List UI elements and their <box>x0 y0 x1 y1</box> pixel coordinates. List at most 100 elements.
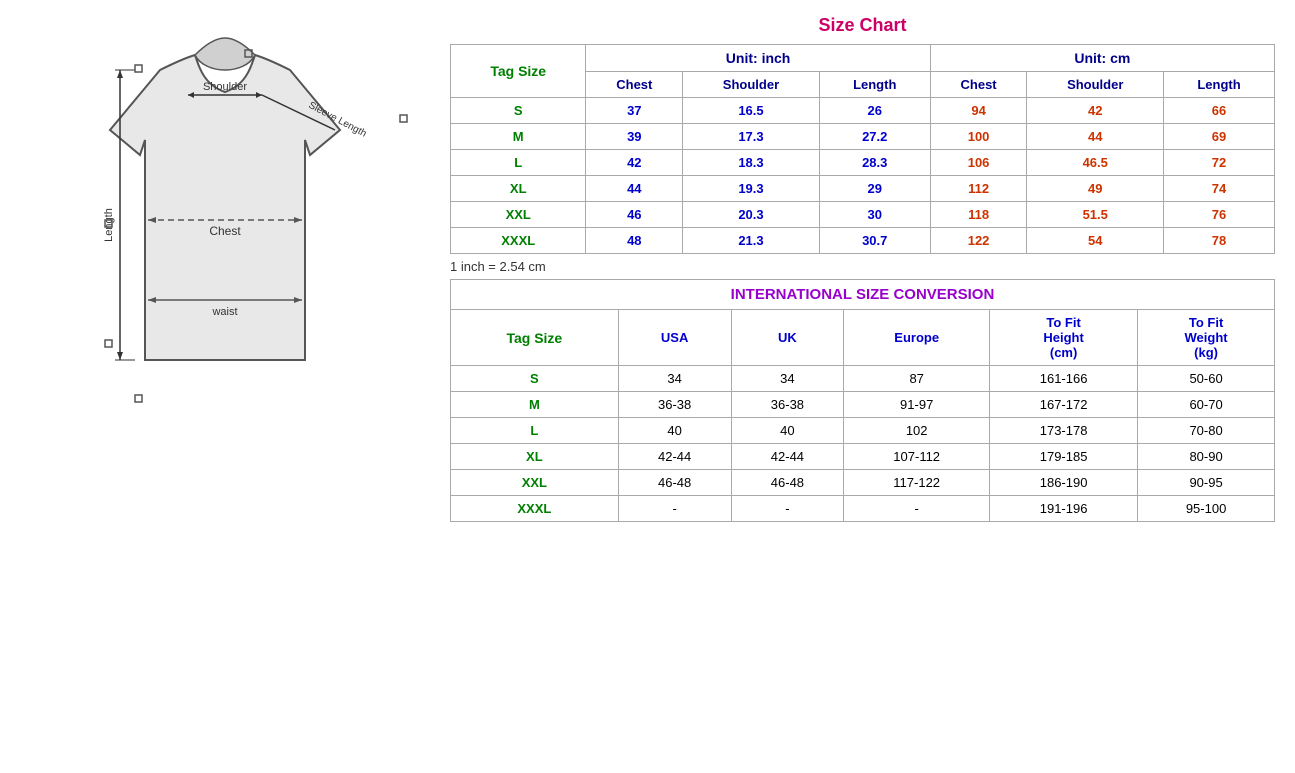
col-shoulder-cm: Shoulder <box>1027 72 1164 98</box>
col-length-in: Length <box>819 72 930 98</box>
size-chart-title: Size Chart <box>450 15 1275 36</box>
chest-in: 48 <box>586 228 683 254</box>
col-chest-cm: Chest <box>930 72 1027 98</box>
size-chart-table: Tag Size Unit: inch Unit: cm Chest Shoul… <box>450 44 1275 254</box>
conv-weight: 60-70 <box>1138 392 1275 418</box>
length-cm: 72 <box>1164 150 1275 176</box>
table-row: XXL 46-48 46-48 117-122 186-190 90-95 <box>451 470 1275 496</box>
svg-text:Chest: Chest <box>209 224 241 238</box>
unit-inch-header: Unit: inch <box>586 45 930 72</box>
svg-text:Shoulder: Shoulder <box>203 81 247 93</box>
conv-europe: - <box>844 496 990 522</box>
conv-weight: 80-90 <box>1138 444 1275 470</box>
chest-cm: 106 <box>930 150 1027 176</box>
shoulder-in: 17.3 <box>683 124 820 150</box>
chest-cm: 94 <box>930 98 1027 124</box>
conv-size-tag: S <box>451 366 619 392</box>
conv-europe: 117-122 <box>844 470 990 496</box>
size-tag: XXXL <box>451 228 586 254</box>
shoulder-cm: 42 <box>1027 98 1164 124</box>
shoulder-in: 21.3 <box>683 228 820 254</box>
conv-usa: 40 <box>618 418 731 444</box>
chest-in: 46 <box>586 202 683 228</box>
table-row: M 39 17.3 27.2 100 44 69 <box>451 124 1275 150</box>
chest-cm: 112 <box>930 176 1027 202</box>
length-cm: 74 <box>1164 176 1275 202</box>
conv-weight: 70-80 <box>1138 418 1275 444</box>
svg-text:waist: waist <box>211 306 237 318</box>
table-row: XL 42-44 42-44 107-112 179-185 80-90 <box>451 444 1275 470</box>
length-in: 30.7 <box>819 228 930 254</box>
length-cm: 76 <box>1164 202 1275 228</box>
length-in: 30 <box>819 202 930 228</box>
conv-uk: 40 <box>731 418 844 444</box>
shoulder-cm: 49 <box>1027 176 1164 202</box>
col-length-cm: Length <box>1164 72 1275 98</box>
shoulder-cm: 54 <box>1027 228 1164 254</box>
conv-weight: 95-100 <box>1138 496 1275 522</box>
chest-in: 44 <box>586 176 683 202</box>
conv-uk: 46-48 <box>731 470 844 496</box>
conv-col-uk: UK <box>731 310 844 366</box>
col-chest-in: Chest <box>586 72 683 98</box>
conv-col-europe: Europe <box>844 310 990 366</box>
shoulder-in: 19.3 <box>683 176 820 202</box>
table-row: XL 44 19.3 29 112 49 74 <box>451 176 1275 202</box>
shoulder-cm: 44 <box>1027 124 1164 150</box>
shoulder-cm: 51.5 <box>1027 202 1164 228</box>
table-row: L 42 18.3 28.3 106 46.5 72 <box>451 150 1275 176</box>
shoulder-cm: 46.5 <box>1027 150 1164 176</box>
length-cm: 69 <box>1164 124 1275 150</box>
shoulder-in: 18.3 <box>683 150 820 176</box>
table-row: XXXL - - - 191-196 95-100 <box>451 496 1275 522</box>
conv-size-tag: XXXL <box>451 496 619 522</box>
conversion-table: INTERNATIONAL SIZE CONVERSION Tag Size U… <box>450 279 1275 522</box>
conv-height: 167-172 <box>990 392 1138 418</box>
table-row: L 40 40 102 173-178 70-80 <box>451 418 1275 444</box>
conv-weight: 50-60 <box>1138 366 1275 392</box>
conv-europe: 91-97 <box>844 392 990 418</box>
size-tag: S <box>451 98 586 124</box>
conv-europe: 102 <box>844 418 990 444</box>
length-cm: 78 <box>1164 228 1275 254</box>
size-tag: XL <box>451 176 586 202</box>
size-tag: M <box>451 124 586 150</box>
conv-height: 191-196 <box>990 496 1138 522</box>
conv-height: 186-190 <box>990 470 1138 496</box>
conv-uk: 36-38 <box>731 392 844 418</box>
chest-in: 39 <box>586 124 683 150</box>
conv-usa: - <box>618 496 731 522</box>
tshirt-diagram: Shoulder Sleeve Length Length Chest wais… <box>35 20 415 420</box>
conv-europe: 87 <box>844 366 990 392</box>
table-row: S 34 34 87 161-166 50-60 <box>451 366 1275 392</box>
conv-col-height: To FitHeight(cm) <box>990 310 1138 366</box>
length-in: 26 <box>819 98 930 124</box>
tag-size-header: Tag Size <box>451 45 586 98</box>
conv-usa: 46-48 <box>618 470 731 496</box>
length-cm: 66 <box>1164 98 1275 124</box>
table-row: XXL 46 20.3 30 118 51.5 76 <box>451 202 1275 228</box>
chest-cm: 118 <box>930 202 1027 228</box>
table-row: M 36-38 36-38 91-97 167-172 60-70 <box>451 392 1275 418</box>
length-in: 29 <box>819 176 930 202</box>
shoulder-in: 20.3 <box>683 202 820 228</box>
inch-note: 1 inch = 2.54 cm <box>450 254 1275 279</box>
conversion-title: INTERNATIONAL SIZE CONVERSION <box>451 280 1275 310</box>
conv-usa: 42-44 <box>618 444 731 470</box>
conv-size-tag: M <box>451 392 619 418</box>
shoulder-in: 16.5 <box>683 98 820 124</box>
chest-cm: 100 <box>930 124 1027 150</box>
conv-europe: 107-112 <box>844 444 990 470</box>
conv-height: 161-166 <box>990 366 1138 392</box>
conv-col-usa: USA <box>618 310 731 366</box>
size-tag: L <box>451 150 586 176</box>
length-in: 28.3 <box>819 150 930 176</box>
col-shoulder-in: Shoulder <box>683 72 820 98</box>
conv-usa: 36-38 <box>618 392 731 418</box>
unit-cm-header: Unit: cm <box>930 45 1274 72</box>
conv-size-tag: XL <box>451 444 619 470</box>
conv-col-weight: To FitWeight(kg) <box>1138 310 1275 366</box>
conv-size-tag: L <box>451 418 619 444</box>
table-row: S 37 16.5 26 94 42 66 <box>451 98 1275 124</box>
conv-uk: - <box>731 496 844 522</box>
